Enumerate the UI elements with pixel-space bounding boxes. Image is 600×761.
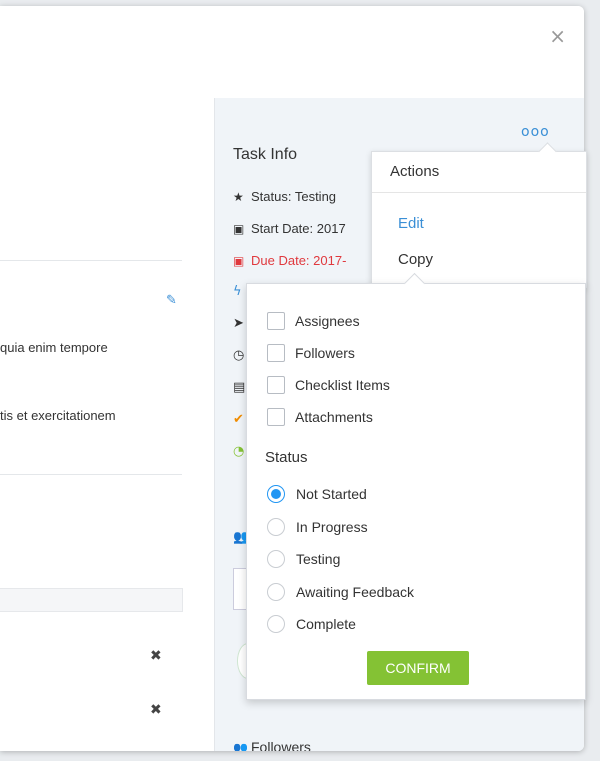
copy-attachments-option[interactable]: Attachments bbox=[267, 406, 373, 428]
radio-button[interactable] bbox=[267, 615, 285, 633]
task-status-text: Status: Testing bbox=[251, 189, 337, 204]
copy-task-panel: Assignees Followers Checklist Items Atta… bbox=[246, 272, 586, 700]
status-option-complete[interactable]: Complete bbox=[267, 613, 356, 635]
task-status-line: ★ Status: Testing bbox=[233, 189, 336, 204]
radio-button[interactable] bbox=[267, 518, 285, 536]
radio-label: In Progress bbox=[296, 519, 368, 535]
followers-title-text: Followers bbox=[251, 739, 311, 751]
task-due-date-text: Due Date: 2017- bbox=[251, 253, 347, 268]
task-info-title: Task Info bbox=[233, 146, 298, 163]
close-icon[interactable]: × bbox=[549, 26, 566, 46]
copy-followers-option[interactable]: Followers bbox=[267, 342, 355, 364]
task-start-date-text: Start Date: 2017 bbox=[251, 221, 346, 236]
radio-label: Awaiting Feedback bbox=[296, 584, 415, 600]
radio-label: Testing bbox=[296, 551, 341, 567]
check-icon: ✔ bbox=[233, 412, 244, 427]
checkbox-label: Attachments bbox=[295, 409, 373, 425]
checkbox-label: Checklist Items bbox=[295, 377, 390, 393]
description-line: tis et exercitationem bbox=[0, 408, 116, 423]
divider bbox=[0, 260, 182, 261]
billing-icon: ▤ bbox=[233, 380, 246, 395]
send-icon: ➤ bbox=[233, 316, 244, 331]
copy-assignees-option[interactable]: Assignees bbox=[267, 310, 360, 332]
status-option-testing[interactable]: Testing bbox=[267, 548, 340, 570]
followers-icon: 👥 bbox=[233, 741, 248, 751]
modal-header: × bbox=[0, 6, 584, 99]
actions-dropdown: Actions Edit Copy bbox=[371, 142, 587, 288]
comment-input-bar[interactable] bbox=[0, 588, 183, 612]
followers-section-title: 👥 Followers bbox=[233, 739, 311, 751]
radio-label: Not Started bbox=[296, 486, 367, 502]
bolt-icon: ϟ bbox=[233, 284, 242, 299]
checkbox-label: Assignees bbox=[295, 313, 360, 329]
checkbox[interactable] bbox=[267, 408, 285, 426]
remove-item-icon[interactable]: ✖ bbox=[150, 648, 162, 664]
copy-checklist-option[interactable]: Checklist Items bbox=[267, 374, 390, 396]
calendar-icon: ▣ bbox=[233, 222, 245, 236]
task-due-date-line: ▣ Due Date: 2017- bbox=[233, 253, 346, 268]
remove-item-icon[interactable]: ✖ bbox=[150, 702, 162, 718]
checkbox[interactable] bbox=[267, 376, 285, 394]
edit-description-icon[interactable]: ✎ bbox=[166, 293, 180, 308]
more-options-icon[interactable]: ooo bbox=[521, 124, 550, 140]
actions-title: Actions bbox=[372, 152, 586, 193]
confirm-button[interactable]: CONFIRM bbox=[367, 651, 469, 685]
task-main-column: ✎ quia enim tempore tis et exercitatione… bbox=[0, 98, 214, 751]
radio-button[interactable] bbox=[267, 550, 285, 568]
status-star-icon: ★ bbox=[233, 190, 244, 204]
checkbox[interactable] bbox=[267, 312, 285, 330]
radio-label: Complete bbox=[296, 616, 356, 632]
status-option-in-progress[interactable]: In Progress bbox=[267, 516, 368, 538]
calendar-icon: ▣ bbox=[233, 254, 245, 268]
action-edit[interactable]: Edit bbox=[398, 215, 424, 232]
status-heading: Status bbox=[265, 449, 308, 466]
clock-icon: ◷ bbox=[233, 348, 245, 363]
action-copy[interactable]: Copy bbox=[398, 251, 433, 268]
radio-button[interactable] bbox=[267, 485, 285, 503]
divider bbox=[0, 474, 182, 475]
radio-button[interactable] bbox=[267, 583, 285, 601]
checkbox-label: Followers bbox=[295, 345, 355, 361]
status-option-awaiting-feedback[interactable]: Awaiting Feedback bbox=[267, 581, 414, 603]
circle-icon: ◔ bbox=[233, 444, 245, 459]
task-start-date-line: ▣ Start Date: 2017 bbox=[233, 221, 346, 236]
description-line: quia enim tempore bbox=[0, 340, 108, 355]
checkbox[interactable] bbox=[267, 344, 285, 362]
status-option-not-started[interactable]: Not Started bbox=[267, 483, 367, 505]
